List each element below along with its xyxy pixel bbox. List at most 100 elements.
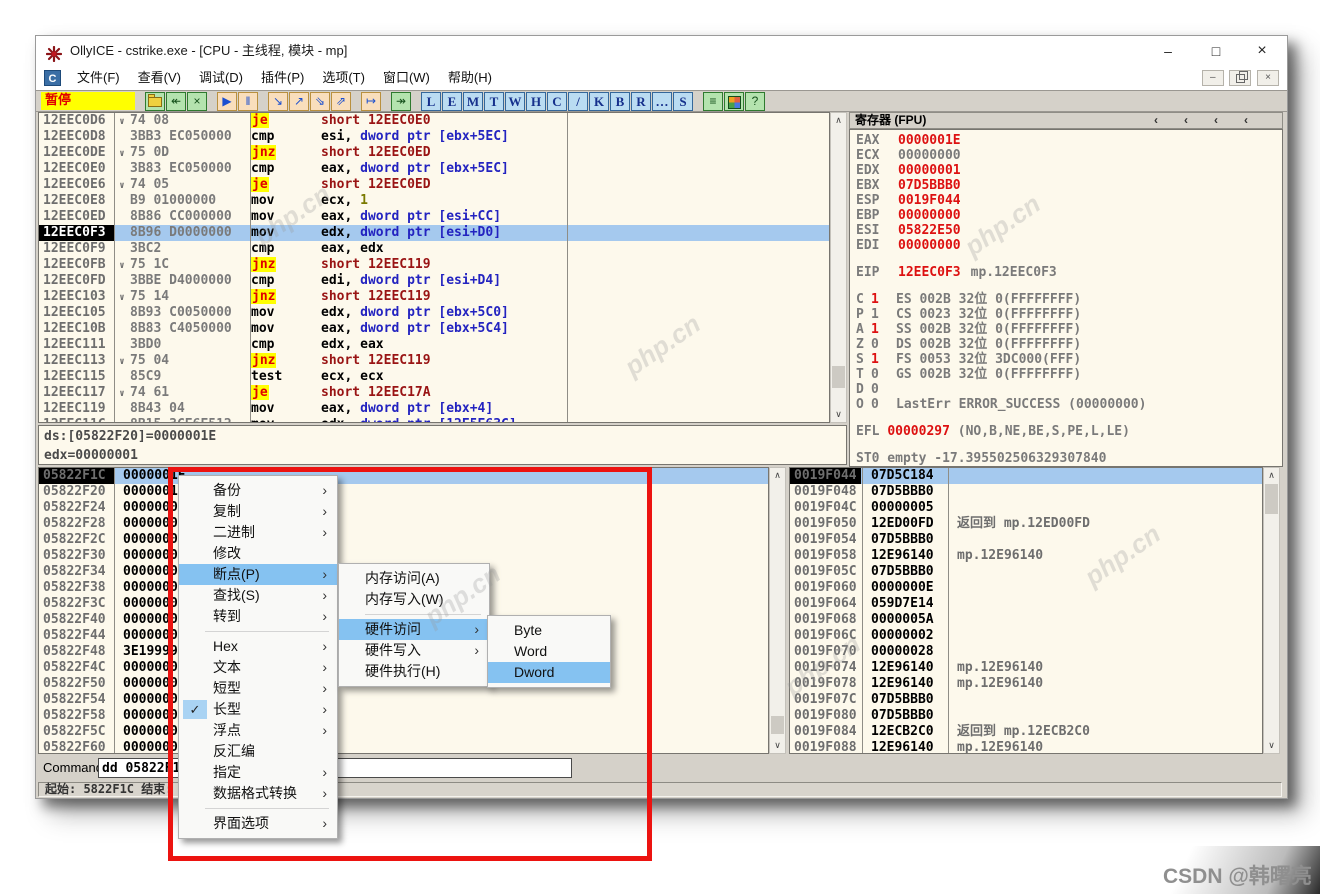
animate-over-button[interactable]: ⇗	[331, 92, 351, 111]
size-submenu-item[interactable]: Dword	[488, 662, 610, 683]
log-window-button[interactable]: ≡	[703, 92, 723, 111]
stack-row[interactable]: 0019F04807D5BBB0	[790, 484, 1262, 500]
flag-row[interactable]: A1SS 002B 32位 0(FFFFFFFF)	[850, 322, 1282, 337]
register-row[interactable]: EBX07D5BBB0	[850, 178, 1282, 193]
dump-row[interactable]: 05822F2400000000	[39, 500, 768, 516]
stack-pane[interactable]: 0019F04407D5C1840019F04807D5BBB00019F04C…	[789, 467, 1263, 754]
context-menu-item[interactable]: 浮点›	[179, 720, 337, 741]
menubar-item-3[interactable]: 插件(P)	[252, 66, 313, 90]
breakpoint-submenu-item[interactable]: 硬件写入›	[339, 640, 489, 661]
stack-row[interactable]: 0019F07C07D5BBB0	[790, 692, 1262, 708]
disasm-row[interactable]: 12EEC0ED8B86 CC000000moveax, dword ptr […	[39, 209, 829, 225]
disasm-row[interactable]: 12EEC113∨75 04jnzshort 12EEC119	[39, 353, 829, 369]
dump-row[interactable]: 05822F1C0000001E	[39, 468, 768, 484]
panel-letter-button[interactable]: T	[484, 92, 504, 111]
mdi-minimize-button[interactable]: –	[1202, 70, 1224, 86]
context-menu-item[interactable]: 文本›	[179, 657, 337, 678]
panel-letter-button[interactable]: L	[421, 92, 441, 111]
stack-row[interactable]: 0019F06C00000002	[790, 628, 1262, 644]
memory-map-button[interactable]	[724, 92, 744, 111]
stack-scrollbar[interactable]: ∧ ∨	[1263, 467, 1280, 754]
stack-row[interactable]: 0019F08007D5BBB0	[790, 708, 1262, 724]
dump-row[interactable]: 05822F2C00000000	[39, 532, 768, 548]
flag-row[interactable]: C1ES 002B 32位 0(FFFFFFFF)	[850, 292, 1282, 307]
panel-letter-button[interactable]: E	[442, 92, 462, 111]
menubar-item-6[interactable]: 帮助(H)	[439, 66, 501, 90]
scroll-up-icon[interactable]: ∧	[831, 113, 846, 128]
flag-row[interactable]: S1FS 0053 32位 3DC000(FFF)	[850, 352, 1282, 367]
registers-pane[interactable]: EAX0000001EECX00000000EDX00000001EBX07D5…	[849, 129, 1283, 467]
menubar-item-2[interactable]: 调试(D)	[190, 66, 252, 90]
disassembly-pane[interactable]: 12EEC0D6∨74 08jeshort 12EEC0E012EEC0D83B…	[38, 112, 830, 423]
stack-row[interactable]: 0019F08812E96140mp.12E96140	[790, 740, 1262, 754]
dump-row[interactable]: 05822F2800000000	[39, 516, 768, 532]
stack-row[interactable]: 0019F04C00000005	[790, 500, 1262, 516]
stack-row[interactable]: 0019F0600000000E	[790, 580, 1262, 596]
register-row[interactable]: EDX00000001	[850, 163, 1282, 178]
panel-letter-button[interactable]: …	[652, 92, 672, 111]
disasm-row[interactable]: 12EEC10B8B83 C4050000moveax, dword ptr […	[39, 321, 829, 337]
register-row[interactable]: ECX00000000	[850, 148, 1282, 163]
breakpoint-submenu-item[interactable]: 硬件执行(H)	[339, 661, 489, 682]
panel-letter-button[interactable]: S	[673, 92, 693, 111]
open-file-button[interactable]	[145, 92, 165, 111]
register-row[interactable]: EDI00000000	[850, 238, 1282, 253]
mdi-child-icon[interactable]: C	[44, 70, 61, 86]
dump-row[interactable]: 05822F200000001E	[39, 484, 768, 500]
context-menu-item[interactable]: 数据格式转换›	[179, 783, 337, 804]
disasm-row[interactable]: 12EEC0E6∨74 05jeshort 12EEC0ED	[39, 177, 829, 193]
breakpoint-submenu-item[interactable]: 内存访问(A)	[339, 568, 489, 589]
register-row[interactable]: EIP12EEC0F3mp.12EEC0F3	[850, 265, 1282, 280]
size-submenu-item[interactable]: Byte	[488, 620, 610, 641]
context-menu-item[interactable]: 备份›	[179, 480, 337, 501]
stack-row[interactable]: 0019F07000000028	[790, 644, 1262, 660]
go-to-address-button[interactable]: ↠	[391, 92, 411, 111]
dump-row[interactable]: 05822F5800000000	[39, 708, 768, 724]
maximize-button[interactable]: □	[1196, 36, 1236, 66]
stack-row[interactable]: 0019F07412E96140mp.12E96140	[790, 660, 1262, 676]
scroll-up-icon[interactable]: ∧	[770, 468, 785, 483]
context-menu-item[interactable]: 二进制›	[179, 522, 337, 543]
context-menu-item[interactable]: 短型›	[179, 678, 337, 699]
scroll-down-icon[interactable]: ∨	[770, 738, 785, 753]
menubar-item-0[interactable]: 文件(F)	[68, 66, 129, 90]
menubar-item-5[interactable]: 窗口(W)	[374, 66, 439, 90]
stack-row[interactable]: 0019F05407D5BBB0	[790, 532, 1262, 548]
register-row[interactable]: ESP0019F044	[850, 193, 1282, 208]
mdi-close-button[interactable]: ×	[1257, 70, 1279, 86]
flag-row[interactable]: O0LastErr ERROR_SUCCESS (00000000)	[850, 397, 1282, 412]
flag-row[interactable]: D0	[850, 382, 1282, 397]
context-menu-item[interactable]: 查找(S)›	[179, 585, 337, 606]
disasm-row[interactable]: 12EEC0F93BC2cmpeax, edx	[39, 241, 829, 257]
register-row[interactable]: EBP00000000	[850, 208, 1282, 223]
register-row[interactable]: EAX0000001E	[850, 133, 1282, 148]
stack-row[interactable]: 0019F07812E96140mp.12E96140	[790, 676, 1262, 692]
dump-row[interactable]: 05822F6000000000	[39, 740, 768, 754]
panel-letter-button[interactable]: K	[589, 92, 609, 111]
dump-row[interactable]: 05822F3000000000	[39, 548, 768, 564]
register-row[interactable]: EFL 00000297 (NO,B,NE,BE,S,PE,L,LE)	[850, 424, 1282, 439]
panel-letter-button[interactable]: M	[463, 92, 483, 111]
scroll-up-icon[interactable]: ∧	[1264, 468, 1279, 483]
menubar-item-1[interactable]: 查看(V)	[129, 66, 190, 90]
pause-button[interactable]: ‖	[238, 92, 258, 111]
step-over-button[interactable]: ↗	[289, 92, 309, 111]
minimize-button[interactable]: –	[1148, 36, 1188, 66]
panel-letter-button[interactable]: C	[547, 92, 567, 111]
register-row[interactable]: ESI05822E50	[850, 223, 1282, 238]
register-row[interactable]: ST0 empty -17.395502506329307840	[850, 451, 1282, 466]
mdi-restore-button[interactable]	[1229, 70, 1251, 86]
scroll-down-icon[interactable]: ∨	[831, 407, 846, 422]
disasm-row[interactable]: 12EEC0D83BB3 EC050000cmpesi, dword ptr […	[39, 129, 829, 145]
disasm-row[interactable]: 12EEC0F38B96 D0000000movedx, dword ptr […	[39, 225, 829, 241]
context-menu-item[interactable]: ✓长型›	[179, 699, 337, 720]
context-menu-item[interactable]: 反汇编	[179, 741, 337, 762]
disasm-row[interactable]: 12EEC0E8B9 01000000movecx, 1	[39, 193, 829, 209]
scroll-down-icon[interactable]: ∨	[1264, 738, 1279, 753]
dump-scrollbar[interactable]: ∧ ∨	[769, 467, 786, 754]
flag-row[interactable]: Z0DS 002B 32位 0(FFFFFFFF)	[850, 337, 1282, 352]
help-button[interactable]: ?	[745, 92, 765, 111]
context-menu-item[interactable]: 转到›	[179, 606, 337, 627]
panel-letter-button[interactable]: R	[631, 92, 651, 111]
execute-till-return-button[interactable]: ↦	[361, 92, 381, 111]
